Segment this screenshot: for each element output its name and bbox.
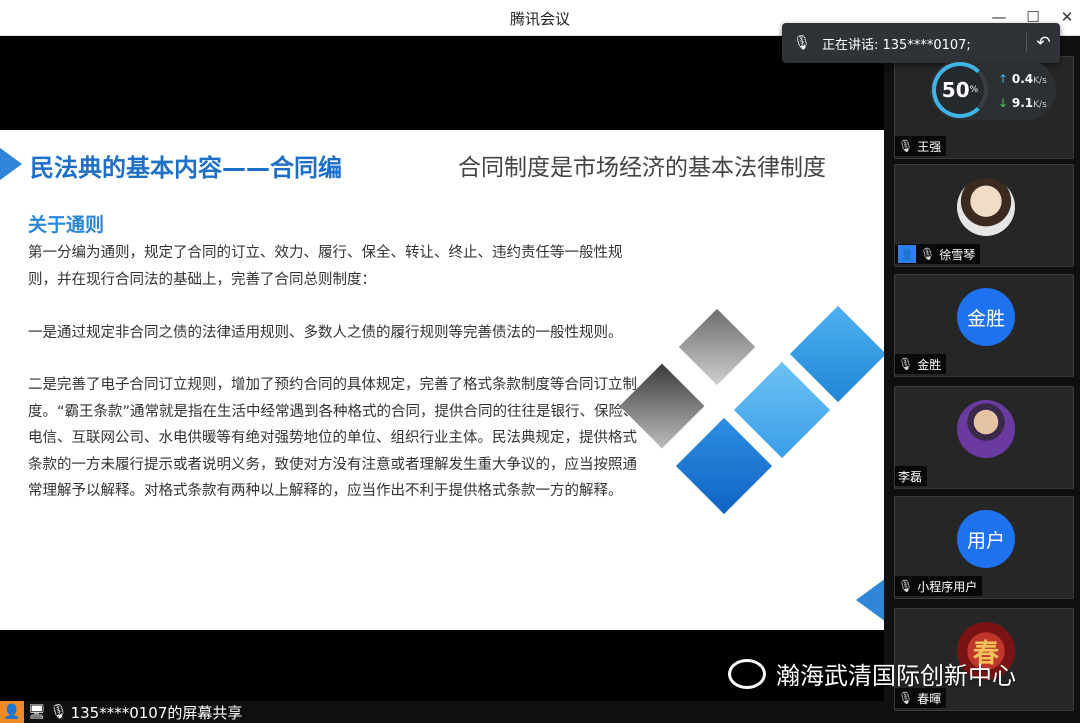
- slide-triangle-decoration: [0, 142, 22, 186]
- participant-tile[interactable]: 金胜 🎙 金胜: [894, 274, 1074, 377]
- reply-icon[interactable]: ↶: [1026, 33, 1060, 53]
- participant-nametag: 🎙 金胜: [895, 354, 947, 374]
- avatar: 金胜: [957, 288, 1015, 346]
- host-person-icon: 👤: [898, 245, 916, 263]
- participant-nametag: 🎙 春暉: [895, 688, 947, 708]
- network-status-widget[interactable]: 50% ↑ 0.4K/s ↓ 9.1K/s: [930, 60, 1056, 120]
- upload-speed: ↑ 0.4K/s: [998, 72, 1047, 86]
- network-quality-gauge: 50%: [932, 62, 988, 118]
- screen-share-icon: 🖥: [28, 704, 46, 720]
- wechat-logo-icon: [728, 658, 766, 689]
- participant-panel[interactable]: 🎙 王强 👤 🎙 徐雪琴 金胜 🎙 金胜 李磊 用户 🎙 小程序用户 春 🎙 春…: [884, 36, 1080, 723]
- network-percent-unit: %: [969, 85, 979, 95]
- slide-triangle-decoration: [856, 578, 884, 622]
- participant-name: 徐雪琴: [939, 247, 976, 262]
- participant-nametag: 🎙 小程序用户: [895, 576, 983, 596]
- muted-mic-icon: 🎙: [898, 691, 914, 705]
- slide-subheading: 合同制度是市场经济的基本法律制度: [458, 155, 826, 181]
- slide-section-title: 关于通则: [28, 214, 105, 236]
- muted-mic-icon: 🎙: [898, 357, 914, 371]
- speaking-text: 正在讲话: 135****0107;: [822, 37, 971, 53]
- shared-screen-stage: 民法典的基本内容——合同编 合同制度是市场经济的基本法律制度 关于通则 第一分编…: [0, 36, 884, 701]
- participant-nametag: 👤 🎙 徐雪琴: [895, 244, 981, 264]
- photo-diamond: [678, 308, 756, 386]
- download-value: 9.1: [1011, 96, 1034, 110]
- upload-arrow-icon: ↑: [998, 72, 1009, 86]
- wechat-watermark: 瀚海武清国际创新中心: [728, 656, 1016, 691]
- participant-name: 李磊: [898, 469, 923, 484]
- participant-name: 金胜: [917, 357, 942, 372]
- participant-name: 王强: [917, 139, 942, 154]
- shared-slide: 民法典的基本内容——合同编 合同制度是市场经济的基本法律制度 关于通则 第一分编…: [0, 130, 884, 630]
- speaking-indicator: 🎙 正在讲话: 135****0107; ↶: [782, 23, 1060, 63]
- person-icon[interactable]: 👤: [0, 701, 24, 723]
- participant-name: 小程序用户: [917, 579, 978, 594]
- slide-paragraph-3: 二是完善了电子合同订立规则，增加了预约合同的具体规定，完善了格式条款制度等合同订…: [28, 377, 638, 499]
- slide-paragraph-1: 第一分编为通则，规定了合同的订立、效力、履行、保全、转让、终止、违约责任等一般性…: [28, 245, 623, 288]
- bottom-status-bar: 👤 🖥 🎙 135****0107的屏幕共享: [0, 701, 884, 723]
- muted-mic-icon: 🎙: [898, 579, 914, 593]
- network-percent: 50: [941, 78, 970, 102]
- avatar: [957, 178, 1015, 236]
- download-unit: K/s: [1033, 100, 1047, 110]
- participant-name: 春暉: [917, 691, 942, 706]
- participant-tile[interactable]: 李磊: [894, 386, 1074, 489]
- watermark-text: 瀚海武清国际创新中心: [776, 662, 1016, 690]
- download-arrow-icon: ↓: [998, 96, 1009, 110]
- muted-mic-icon: 🎙: [920, 247, 936, 261]
- upload-unit: K/s: [1033, 76, 1047, 86]
- slide-paragraph-2: 一是通过规定非合同之债的法律适用规则、多数人之债的履行规则等完善债法的一般性规则…: [28, 325, 623, 341]
- avatar: [957, 400, 1015, 458]
- participant-nametag: 李磊: [895, 466, 928, 486]
- participant-tile[interactable]: 👤 🎙 徐雪琴: [894, 164, 1074, 267]
- muted-mic-icon: 🎙: [898, 139, 914, 153]
- download-speed: ↓ 9.1K/s: [998, 96, 1047, 110]
- avatar: 用户: [957, 510, 1015, 568]
- screen-share-label: 135****0107的屏幕共享: [70, 703, 243, 722]
- slide-heading: 民法典的基本内容——合同编: [30, 154, 342, 182]
- mic-icon: 🎙: [49, 704, 68, 720]
- participant-tile[interactable]: 用户 🎙 小程序用户: [894, 496, 1074, 599]
- muted-mic-icon: 🎙: [793, 35, 811, 51]
- upload-value: 0.4: [1011, 72, 1034, 86]
- participant-nametag: 🎙 王强: [895, 136, 947, 156]
